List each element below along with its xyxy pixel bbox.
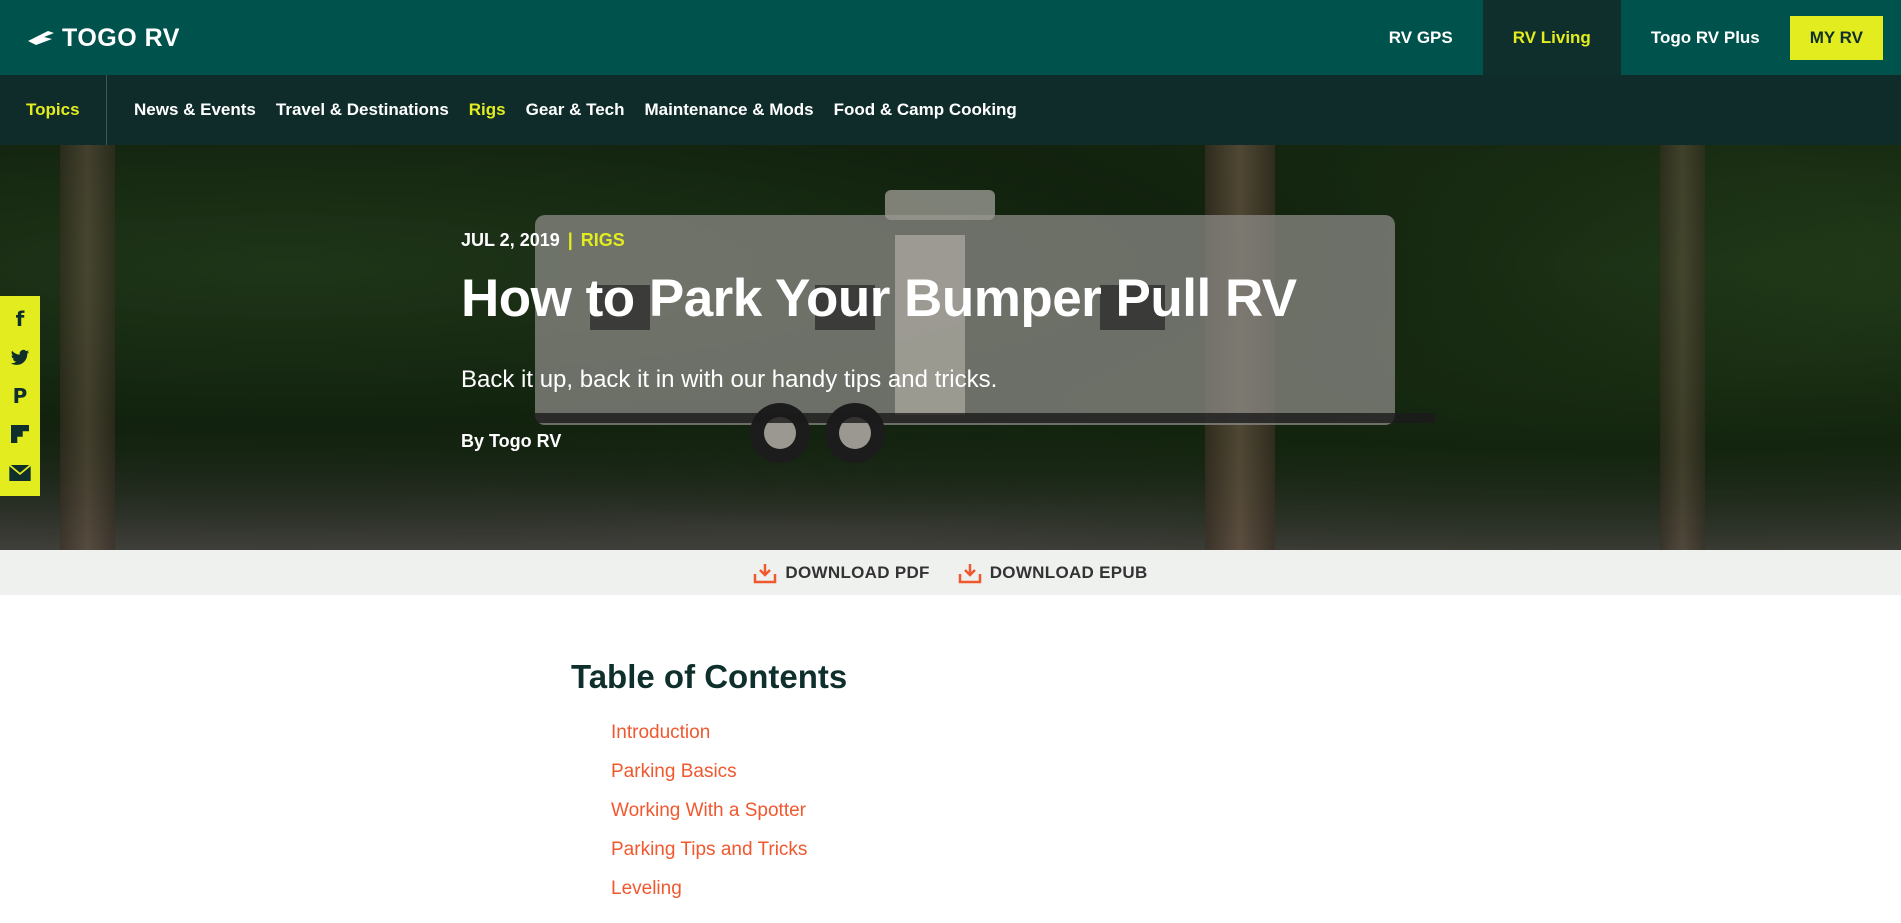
download-pdf-button[interactable]: DOWNLOAD PDF (753, 562, 929, 584)
toc-link-parking-basics[interactable]: Parking Basics (611, 761, 737, 782)
nav-rv-living[interactable]: RV Living (1482, 0, 1621, 75)
article-date: JUL 2, 2019 (461, 230, 560, 250)
topics-menu[interactable]: Topics (0, 75, 107, 145)
brand-name: TOGO RV (62, 23, 180, 52)
article-byline: By Togo RV (461, 431, 562, 452)
toc-link-working-with-spotter[interactable]: Working With a Spotter (611, 800, 806, 821)
hero-content: JUL 2, 2019 | RIGS How to Park Your Bump… (461, 230, 1361, 452)
topic-maintenance-mods[interactable]: Maintenance & Mods (645, 100, 814, 120)
meta-separator: | (567, 230, 573, 250)
twitter-icon[interactable] (9, 347, 31, 369)
nav-togo-rv-plus[interactable]: Togo RV Plus (1621, 0, 1790, 75)
download-bar: DOWNLOAD PDF DOWNLOAD EPUB (0, 550, 1901, 595)
logo-icon (28, 31, 54, 45)
toc-link-introduction[interactable]: Introduction (611, 722, 710, 743)
topic-gear-tech[interactable]: Gear & Tech (526, 100, 625, 120)
article-category-link[interactable]: RIGS (581, 230, 625, 251)
hero-banner: JUL 2, 2019 | RIGS How to Park Your Bump… (0, 145, 1901, 550)
topics-links: News & Events Travel & Destinations Rigs… (134, 100, 1017, 120)
download-pdf-label: DOWNLOAD PDF (785, 562, 930, 582)
my-rv-button[interactable]: MY RV (1789, 16, 1883, 60)
download-icon (958, 563, 981, 583)
article-subtitle: Back it up, back it in with our handy ti… (461, 365, 998, 393)
topic-rigs[interactable]: Rigs (469, 100, 506, 120)
flipboard-icon[interactable] (9, 423, 31, 445)
download-icon (754, 563, 777, 583)
table-of-contents: Table of Contents Introduction Parking B… (571, 658, 847, 917)
tree-trunk (1660, 145, 1705, 550)
topics-bar: Topics News & Events Travel & Destinatio… (0, 75, 1901, 145)
topic-news-events[interactable]: News & Events (134, 100, 256, 120)
toc-link-parking-tips[interactable]: Parking Tips and Tricks (611, 839, 807, 860)
social-share-bar: f P (0, 296, 40, 496)
email-icon[interactable] (9, 462, 31, 484)
download-epub-button[interactable]: DOWNLOAD EPUB (958, 562, 1148, 584)
article-title: How to Park Your Bumper Pull RV (461, 269, 1297, 328)
article-meta: JUL 2, 2019 | RIGS (461, 230, 1361, 251)
tree-trunk (60, 145, 115, 550)
top-header: TOGO RV RV GPS RV Living Togo RV Plus MY… (0, 0, 1901, 75)
topic-travel-destinations[interactable]: Travel & Destinations (276, 100, 449, 120)
toc-link-leveling[interactable]: Leveling (611, 878, 682, 899)
brand-logo[interactable]: TOGO RV (26, 22, 180, 54)
pinterest-icon[interactable]: P (9, 384, 31, 408)
top-nav: RV GPS RV Living Togo RV Plus MY RV (1359, 0, 1901, 75)
download-epub-label: DOWNLOAD EPUB (989, 562, 1148, 582)
nav-rv-gps[interactable]: RV GPS (1359, 0, 1483, 75)
topic-food-camp-cooking[interactable]: Food & Camp Cooking (834, 100, 1017, 120)
toc-title: Table of Contents (571, 658, 848, 695)
toc-list: Introduction Parking Basics Working With… (611, 722, 847, 917)
facebook-icon[interactable]: f (9, 307, 31, 331)
